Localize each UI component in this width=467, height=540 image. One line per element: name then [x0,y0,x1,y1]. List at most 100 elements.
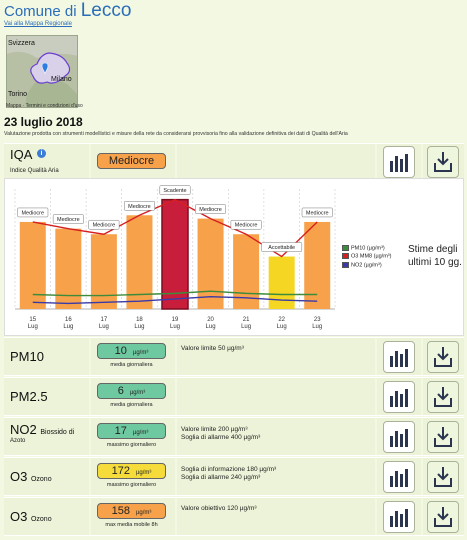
download-button[interactable] [427,501,459,533]
bar-label: Mediocre [93,223,116,229]
map-footer[interactable]: Mappa · Termini e condizioni d'uso [6,103,83,109]
threshold-text: Soglia di informazione 180 µg/m³ [181,466,277,473]
pollutant-unit: µg/m³ [135,470,152,476]
pollutant-info-cell: Valore obiettivo 120 µg/m³ [177,498,375,535]
pollutant-code: PM10 [10,349,44,364]
pollutant-unit: µg/m³ [129,390,146,396]
chart-legend: PM10 (µg/m³) O3 MM8 (µg/m³) NO2 (µg/m³) [342,245,391,270]
bar-chart-icon [390,429,408,447]
x-tick-label: 20 [207,317,214,323]
iqa-label: IQA [10,147,33,162]
side-text-line: Stime degli [408,244,458,255]
x-tick-label: 23 [314,317,321,323]
pollutant-value-cell: 172 µg/m³ massimo giornaliero [91,458,175,495]
bar-chart-button[interactable] [383,381,415,413]
legend-label: O3 MM8 (µg/m³) [351,253,392,260]
bar-label: Mediocre [128,204,151,210]
legend-label: PM10 (µg/m³) [351,245,385,252]
x-tick-label: 18 [136,317,143,323]
iqa-info-cell [177,144,375,178]
bar-label: Mediocre [57,217,80,223]
map-label: Torino [8,91,28,98]
download-button[interactable] [427,381,459,413]
bar-label: Mediocre [235,223,258,229]
bar-chart-button[interactable] [383,421,415,453]
bar-label: Accettabile [268,245,295,251]
bar-chart-button[interactable] [383,461,415,493]
x-tick-label: 21 [243,317,250,323]
pollutant-value: 17 [114,425,127,437]
regional-map-link[interactable]: Vai alla Mappa Regionale [4,21,72,27]
disclaimer-text: Valutazione prodotta con strumenti model… [4,131,348,137]
pollutant-value-cell: 17 µg/m³ massimo giornaliero [91,418,175,455]
threshold-info: Valore limite 50 µg/m³ [181,345,244,353]
pollutant-name-cell: O3 Ozono [4,498,89,535]
threshold-text: Valore obiettivo 120 µg/m³ [181,505,257,512]
iqa-value-cell: Mediocre [91,144,175,178]
pollutant-chart-cell [377,378,421,415]
pollutant-info-cell: Valore limite 50 µg/m³ [177,338,375,375]
pollutant-row: PM2.5 6 µg/m³ media giornaliera [4,377,464,416]
download-icon [434,467,452,487]
pollutant-value-badge: 6 µg/m³ [97,383,166,399]
pollutant-value: 172 [111,465,130,477]
chart-bar [197,218,224,309]
x-tick-label: Lug [63,324,73,330]
pollutant-chart-cell [377,418,421,455]
pollutant-download-cell [423,378,464,415]
pollutant-name-cell: PM2.5 [4,378,89,415]
pollutant-value-badge: 172 µg/m³ [97,463,166,479]
pollutant-name: O3 Ozono [10,469,52,484]
bar-label: Mediocre [21,210,44,216]
pollutant-value-badge: 158 µg/m³ [97,503,166,519]
x-tick-label: Lug [28,324,38,330]
x-tick-label: Lug [170,324,180,330]
pollutant-code: O3 [10,469,28,484]
chart-bar [55,228,82,309]
pollutant-download-cell [423,418,464,455]
pollutant-value: 158 [111,505,130,517]
chart-svg: Mediocre15LugMediocre16LugMediocre17LugM… [14,185,336,330]
pollutant-row: NO2 Biossido di Azoto 17 µg/m³ massimo giorn… [4,417,464,456]
bar-label: Scadente [163,188,186,194]
bar-chart-icon [390,349,408,367]
legend-swatch [342,261,349,268]
bar-chart-icon [390,469,408,487]
pollutant-unit: µg/m³ [135,510,152,516]
pollutant-unit: µg/m³ [132,350,149,356]
threshold-info: Soglia di informazione 180 µg/m³ Soglia d… [181,466,276,482]
download-button[interactable] [427,421,459,453]
info-icon[interactable]: i [37,149,46,158]
legend-item-o3: O3 MM8 (µg/m³) [342,253,392,260]
threshold-info: Valore limite 200 µg/m³ Soglia di allarme… [181,426,260,442]
bar-chart-button[interactable] [383,341,415,373]
download-icon [434,427,452,447]
pollutant-name: PM10 [10,349,44,364]
x-tick-label: 19 [172,317,179,323]
pollutant-fullname: Biossido di [40,429,75,436]
pollutant-info-cell: Valore limite 200 µg/m³ Soglia di allarme… [177,418,375,455]
x-tick-label: 17 [101,317,108,323]
city-name: Lecco [80,0,132,21]
pollutant-download-cell [423,498,464,535]
bar-chart-icon [390,154,408,172]
value-description: max media mobile 8h [105,522,158,528]
bar-chart-button[interactable] [383,501,415,533]
value-description: media giornaliera [110,362,153,368]
legend-swatch [342,253,349,260]
threshold-text: Soglia di allarme 400 µg/m³ [181,434,261,441]
download-button[interactable] [427,341,459,373]
pollutant-name-cell: O3 Ozono [4,458,89,495]
bar-label: Mediocre [306,210,329,216]
map-label: Svizzera [8,40,35,47]
side-text-line: ultimi 10 gg. [408,257,462,268]
download-button[interactable] [427,146,459,178]
iqa-chart-cell [377,144,421,178]
download-button[interactable] [427,461,459,493]
threshold-text: Soglia di allarme 240 µg/m³ [181,474,261,481]
x-tick-label: Lug [312,324,322,330]
bar-chart-button[interactable] [383,146,415,178]
location-map[interactable]: Svizzera Milano Torino [6,35,78,108]
iqa-subtitle: Indice Qualità Aria [10,168,59,174]
iqa-name-cell: IQA i Indice Qualità Aria [4,144,89,178]
